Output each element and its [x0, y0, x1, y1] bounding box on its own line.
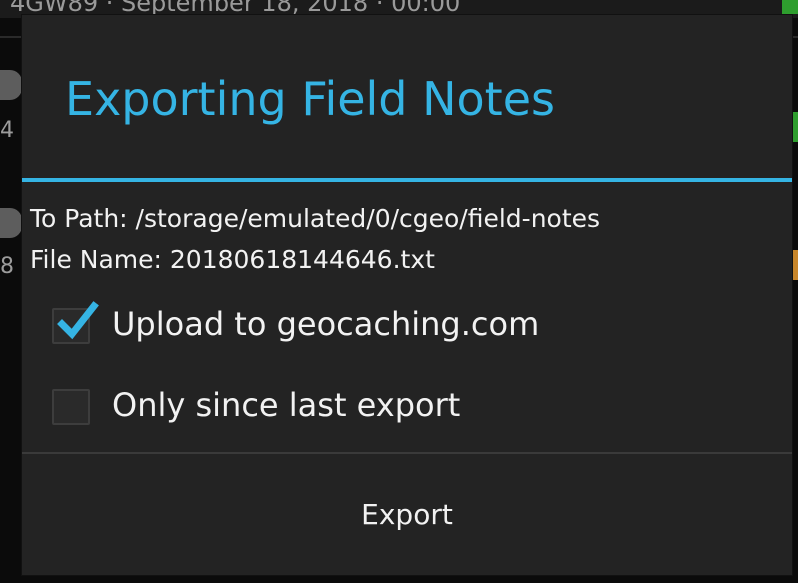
- background-right-indicator: [792, 112, 798, 142]
- background-list-icon: [0, 208, 22, 238]
- since-last-export-checkbox[interactable]: [52, 389, 90, 425]
- upload-option[interactable]: Upload to geocaching.com: [52, 296, 752, 352]
- since-last-export-label: Only since last export: [112, 386, 461, 424]
- upload-checkbox[interactable]: [52, 301, 99, 344]
- since-last-export-option[interactable]: Only since last export: [52, 377, 752, 433]
- background-row-number: 4: [0, 118, 14, 143]
- background-status-indicator: [782, 0, 798, 14]
- checkmark-icon: [57, 301, 99, 340]
- export-button[interactable]: Export: [22, 454, 792, 575]
- upload-option-label: Upload to geocaching.com: [112, 305, 540, 343]
- background-right-indicator: [792, 250, 798, 280]
- export-filename-text: File Name: 20180618144646.txt: [30, 245, 435, 274]
- background-list-icon: [0, 70, 22, 100]
- title-divider: [22, 178, 792, 182]
- export-path-text: To Path: /storage/emulated/0/cgeo/field-…: [30, 204, 601, 233]
- background-row-number: 8: [0, 254, 14, 279]
- export-dialog: Exporting Field Notes To Path: /storage/…: [22, 15, 792, 575]
- dialog-title: Exporting Field Notes: [65, 72, 555, 126]
